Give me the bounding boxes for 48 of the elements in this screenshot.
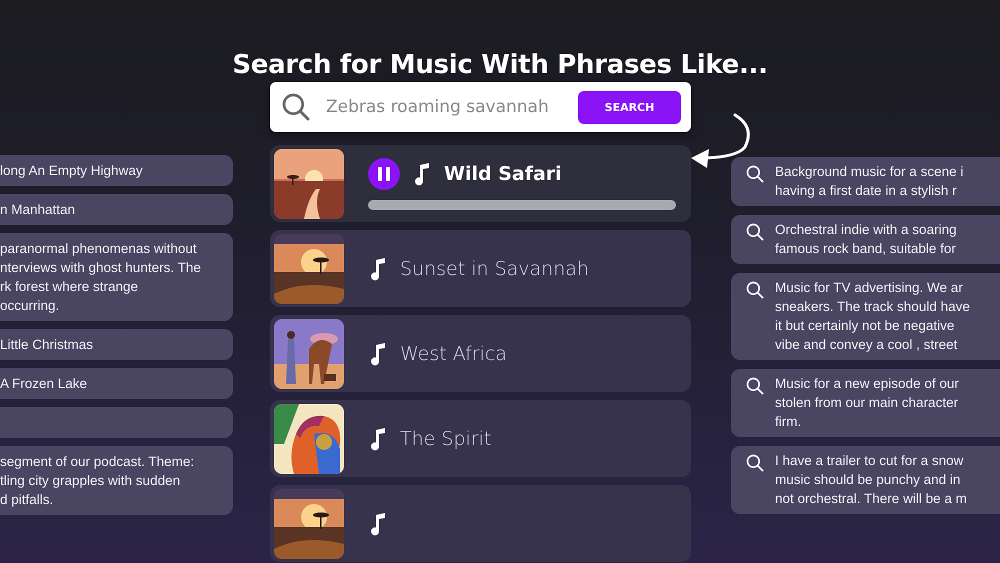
search-icon [745, 164, 765, 184]
search-button[interactable]: SEARCH [578, 90, 681, 124]
phrase-text: n Manhattan [0, 202, 76, 217]
phrase-card[interactable]: Music for a new episode of our stolen from our main character firm. [731, 369, 1000, 437]
search-field[interactable]: Zebras roaming savannah SEARCH [270, 82, 691, 132]
phrase-text: Music for TV advertising. We ar sneakers. The track should have it but certainly not be negative vibe and convey a cool , street [775, 279, 970, 354]
track-title: Sunset in Savannah [400, 258, 589, 280]
search-icon [745, 280, 765, 300]
track-row[interactable]: Wild Safari [270, 145, 691, 222]
track-row[interactable] [270, 485, 691, 562]
search-icon [280, 91, 312, 123]
phrase-card[interactable]: long An Empty Highway [0, 155, 233, 186]
phrase-card[interactable]: paranormal phenomenas without nterviews with ghost hunters. The rk forest where strange occurring. [0, 233, 233, 321]
music-note-icon [412, 162, 432, 186]
phrase-card[interactable]: A Frozen Lake [0, 368, 233, 399]
search-icon [745, 222, 765, 242]
phrase-card[interactable]: Orchestral indie with a soaring famous rock band, suitable for [731, 215, 1000, 264]
progress-bar[interactable] [368, 200, 676, 210]
phrase-text: Music for a new episode of our stolen from our main character firm. [775, 375, 959, 431]
phrase-card[interactable]: Background music for a scene i having a first date in a stylish r [731, 157, 1000, 206]
track-title: Wild Safari [444, 162, 562, 184]
phrase-text: segment of our podcast. Theme: tling city grapples with sudden d pitfalls. [0, 454, 194, 507]
phrase-text: I have a trailer to cut for a snow music should be punchy and in not orchestral. There will be a m [775, 452, 967, 508]
search-icon [745, 376, 765, 396]
phrase-text: paranormal phenomenas without nterviews with ghost hunters. The rk forest where strange occurring. [0, 241, 201, 313]
phrase-card[interactable]: segment of our podcast. Theme: tling city grapples with sudden d pitfalls. [0, 446, 233, 515]
search-icon [745, 453, 765, 473]
track-title: West Africa [400, 342, 507, 364]
track-row[interactable]: Sunset in Savannah [270, 230, 691, 307]
phrase-text: Orchestral indie with a soaring famous rock band, suitable for [775, 221, 957, 258]
page-heading: Search for Music With Phrases Like... [232, 50, 768, 80]
music-note-icon [368, 342, 388, 366]
phrase-text: Background music for a scene i having a first date in a stylish r [775, 163, 964, 200]
pause-button[interactable] [368, 158, 400, 190]
track-row[interactable]: West Africa [270, 315, 691, 392]
music-note-icon [368, 426, 388, 450]
phrase-card[interactable]: I have a trailer to cut for a snow music should be punchy and in not orchestral. There will be a m [731, 446, 1000, 514]
music-note-icon [368, 512, 388, 536]
pause-icon [378, 166, 390, 180]
phrase-card[interactable]: Music for TV advertising. We ar sneakers. The track should have it but certainly not be negative vibe and convey a cool , street [731, 273, 1000, 360]
phrase-card[interactable]: n Manhattan [0, 194, 233, 225]
phrase-text: A Frozen Lake [0, 376, 88, 391]
phrase-text: long An Empty Highway [0, 163, 143, 178]
phrase-text: Little Christmas [0, 337, 94, 352]
track-title: The Spirit [400, 428, 492, 450]
track-row[interactable]: The Spirit [270, 400, 691, 477]
music-note-icon [368, 256, 388, 280]
phrase-card[interactable]: Little Christmas [0, 329, 233, 360]
